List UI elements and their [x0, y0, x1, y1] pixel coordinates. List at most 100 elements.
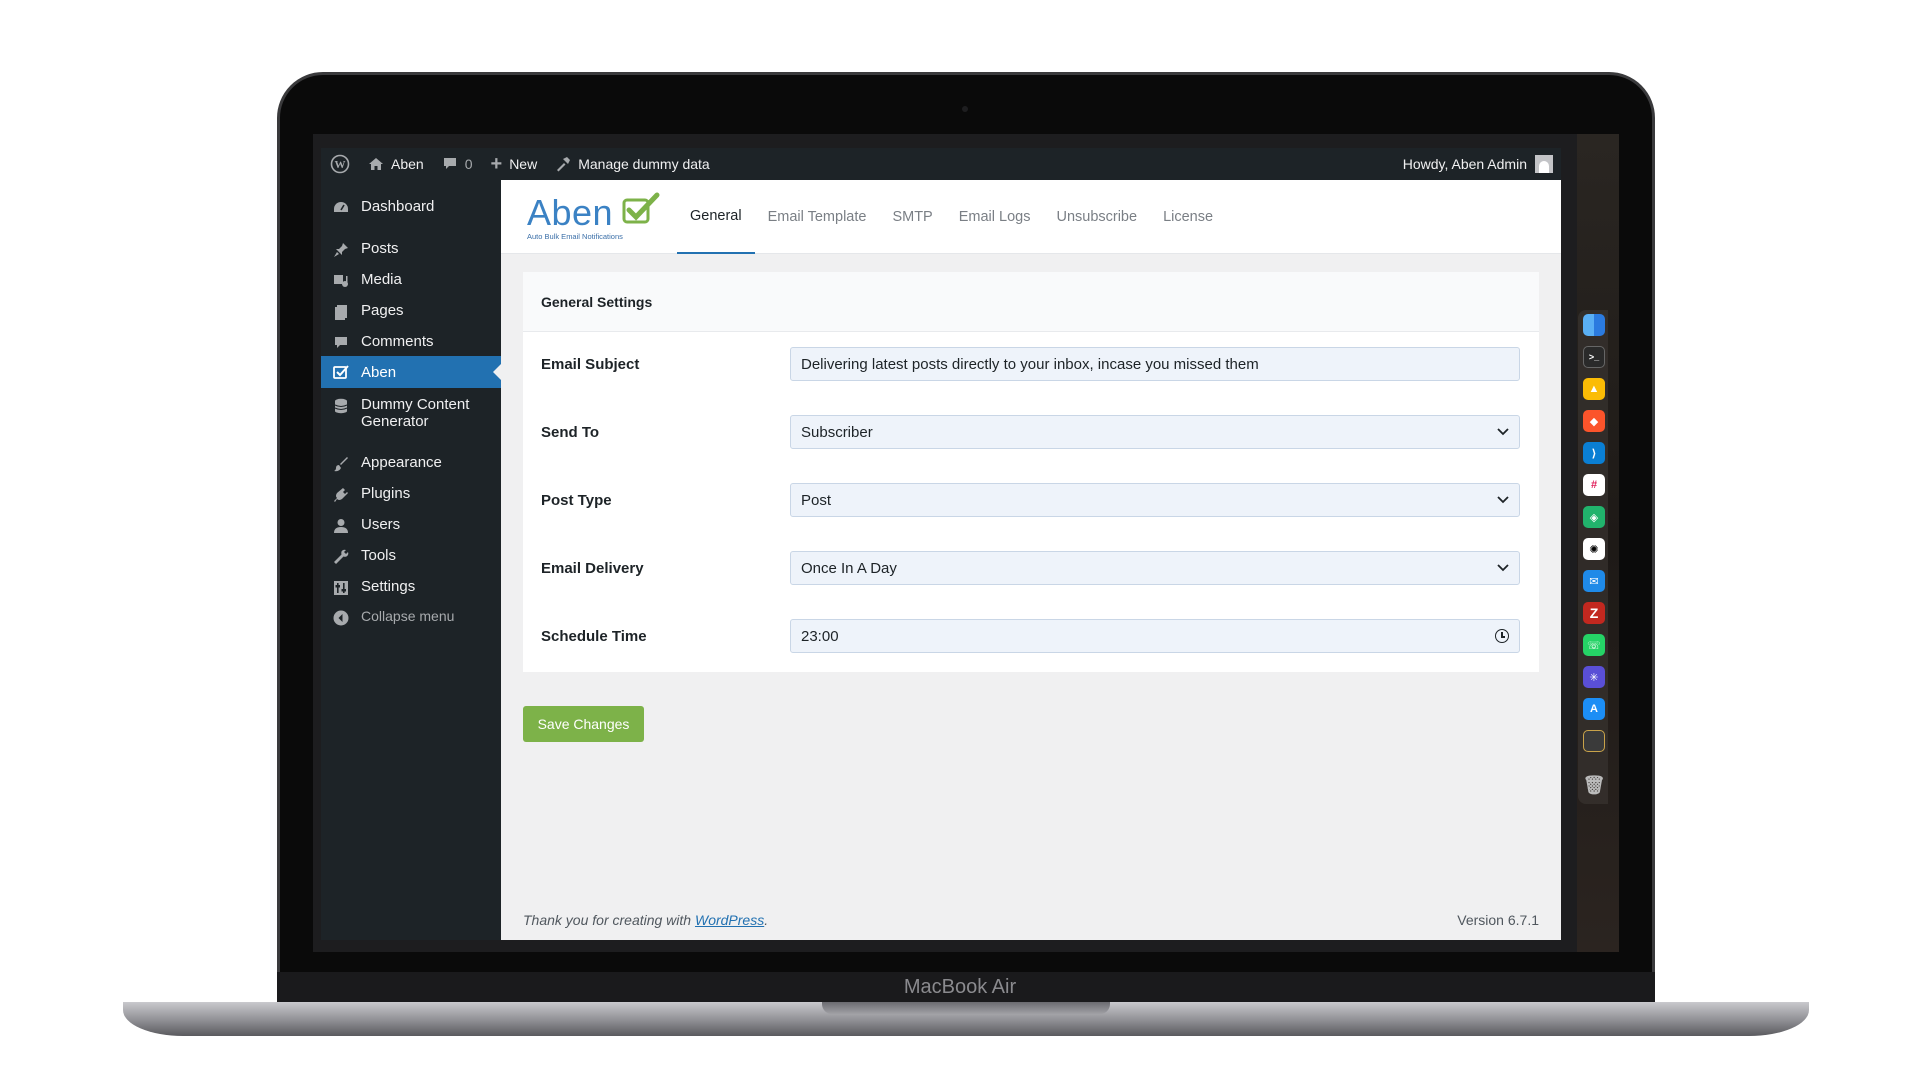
main-content: Aben Auto Bulk Email Notifications Gener…: [501, 180, 1561, 940]
save-changes-button[interactable]: Save Changes: [523, 706, 644, 742]
wordpress-admin: W Aben 0 + New Manage dummy data Howdy, …: [321, 148, 1561, 940]
email-delivery-value: Once In A Day: [801, 559, 897, 577]
check-icon: [622, 192, 660, 224]
sidebar-item-dummy-content-generator[interactable]: Dummy Content Generator: [321, 396, 501, 430]
dashboard-icon: [331, 198, 351, 218]
footer-thanks: Thank you for creating with WordPress.: [523, 912, 768, 928]
admin-bar: W Aben 0 + New Manage dummy data Howdy, …: [321, 148, 1561, 180]
sidebar-item-appearance[interactable]: Appearance: [321, 454, 501, 474]
laptop-hinge: [822, 1002, 1110, 1014]
chatgpt-icon[interactable]: ✺: [1583, 538, 1605, 560]
send-icon: [331, 362, 351, 382]
home-icon: [369, 158, 383, 170]
wp-logo-button[interactable]: W: [321, 148, 359, 180]
tab-general[interactable]: General: [677, 180, 755, 254]
wordpress-icon: W: [330, 154, 350, 174]
admin-sidebar: Dashboard Posts Media Pages Comments Abe…: [321, 180, 501, 940]
comment-icon: [443, 158, 456, 169]
app-store-icon[interactable]: A: [1583, 698, 1605, 720]
logo-tagline: Auto Bulk Email Notifications: [527, 232, 623, 241]
comments-count: 0: [464, 156, 473, 172]
svg-text:W: W: [335, 159, 346, 171]
sidebar-item-label: Settings: [361, 578, 416, 595]
site-name-link[interactable]: Aben: [359, 148, 433, 180]
wordpress-link[interactable]: WordPress: [695, 912, 764, 928]
notes-icon[interactable]: [1583, 730, 1605, 752]
new-label: New: [509, 156, 538, 172]
tab-smtp[interactable]: SMTP: [879, 180, 945, 254]
mail-icon[interactable]: ✉: [1583, 570, 1605, 592]
green-app-icon[interactable]: ◈: [1583, 506, 1605, 528]
trash-icon[interactable]: 🗑: [1583, 774, 1606, 796]
sidebar-item-label: Aben: [361, 363, 397, 381]
sidebar-item-label: Appearance: [361, 454, 442, 471]
google-drive-icon[interactable]: ▲: [1583, 378, 1605, 400]
email-subject-input[interactable]: Delivering latest posts directly to your…: [790, 347, 1520, 381]
sidebar-item-label: Pages: [361, 302, 404, 319]
sidebar-item-pages[interactable]: Pages: [321, 302, 501, 322]
terminal-icon[interactable]: >_: [1583, 346, 1605, 368]
user-icon: [331, 516, 351, 536]
tab-email-template[interactable]: Email Template: [755, 180, 880, 254]
collapse-label: Collapse menu: [361, 608, 455, 624]
slack-icon[interactable]: #: [1583, 474, 1605, 496]
finder-icon[interactable]: [1583, 314, 1605, 336]
sidebar-item-settings[interactable]: Settings: [321, 578, 501, 598]
site-name: Aben: [391, 156, 424, 172]
brave-icon[interactable]: ◆: [1583, 410, 1605, 432]
email-subject-label: Email Subject: [541, 355, 640, 373]
filezilla-icon[interactable]: Z: [1583, 602, 1605, 624]
account-menu[interactable]: Howdy, Aben Admin: [1403, 155, 1561, 173]
schedule-time-row: Schedule Time 23:00: [523, 618, 1539, 654]
sidebar-item-plugins[interactable]: Plugins: [321, 485, 501, 505]
footer-thanks-prefix: Thank you for creating with: [523, 912, 695, 928]
email-delivery-select[interactable]: Once In A Day: [790, 551, 1520, 585]
sidebar-item-label: Plugins: [361, 485, 411, 502]
macos-dock: >_ ▲ ◆ ⟩ # ◈ ✺ ✉ Z ☏ ✳ A 🗑: [1578, 310, 1608, 804]
collapse-menu-button[interactable]: Collapse menu: [321, 608, 501, 628]
tab-email-logs[interactable]: Email Logs: [946, 180, 1044, 254]
post-type-select[interactable]: Post: [790, 483, 1520, 517]
sidebar-item-comments[interactable]: Comments: [321, 333, 501, 353]
chevron-down-icon: [1497, 428, 1509, 436]
sidebar-item-dashboard[interactable]: Dashboard: [321, 198, 501, 218]
send-to-label: Send To: [541, 423, 600, 441]
version-text: Version 6.7.1: [1457, 912, 1539, 928]
whatsapp-icon[interactable]: ☏: [1583, 634, 1605, 656]
send-to-select[interactable]: Subscriber: [790, 415, 1520, 449]
howdy-text: Howdy, Aben Admin: [1402, 156, 1527, 172]
sidebar-item-aben[interactable]: Aben: [321, 356, 501, 388]
hammer-icon: [557, 157, 571, 172]
sidebar-item-users[interactable]: Users: [321, 516, 501, 536]
chevron-down-icon: [1497, 496, 1509, 504]
new-content-link[interactable]: + New: [482, 148, 547, 180]
avatar: [1535, 155, 1553, 173]
tab-unsubscribe[interactable]: Unsubscribe: [1043, 180, 1150, 254]
sidebar-item-tools[interactable]: Tools: [321, 547, 501, 567]
vscode-icon[interactable]: ⟩: [1583, 442, 1605, 464]
logo-word: Aben: [527, 192, 614, 233]
perplexity-icon[interactable]: ✳: [1583, 666, 1605, 688]
sidebar-item-label: Comments: [361, 333, 434, 350]
settings-icon: [331, 578, 351, 598]
manage-dummy-data-link[interactable]: Manage dummy data: [546, 148, 719, 180]
chevron-down-icon: [1497, 564, 1509, 572]
plug-icon: [331, 485, 351, 505]
post-type-value: Post: [801, 491, 832, 509]
send-to-value: Subscriber: [801, 423, 873, 441]
sidebar-item-media[interactable]: Media: [321, 271, 501, 291]
comments-link[interactable]: 0: [433, 148, 482, 180]
sidebar-item-label: Dummy Content Generator: [361, 396, 470, 430]
manage-label: Manage dummy data: [578, 156, 710, 172]
tab-license[interactable]: License: [1150, 180, 1226, 254]
sidebar-item-label: Posts: [361, 240, 399, 257]
sidebar-item-posts[interactable]: Posts: [321, 240, 501, 260]
send-to-row: Send To Subscriber: [523, 414, 1539, 450]
clock-icon[interactable]: [1495, 629, 1509, 643]
wrench-icon: [331, 547, 351, 567]
schedule-time-input[interactable]: 23:00: [790, 619, 1520, 653]
camera: [962, 106, 968, 112]
database-icon: [331, 396, 351, 416]
panel-heading: General Settings: [523, 272, 1539, 332]
email-subject-row: Email Subject Delivering latest posts di…: [523, 346, 1539, 382]
